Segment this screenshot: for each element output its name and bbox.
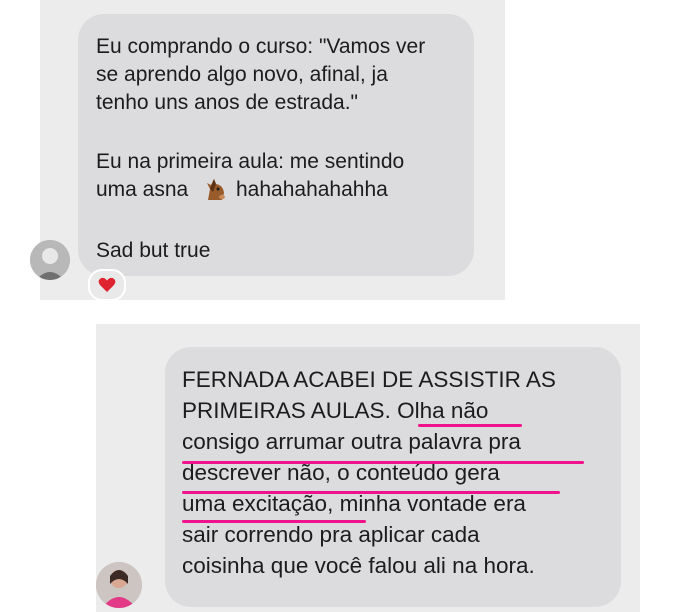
message-line: uma asna xyxy=(96,178,189,201)
message-line: coisinha que você falou ali na hora. xyxy=(182,553,535,578)
message-line: consigo arrumar outra palavra pra xyxy=(182,429,521,454)
message-line: Eu na primeira aula: me sentindo xyxy=(96,150,405,173)
profile-photo-icon xyxy=(30,240,70,280)
highlight-underline xyxy=(182,491,560,494)
highlight-underline xyxy=(418,424,522,427)
heart-icon xyxy=(98,277,116,292)
message-line: sair correndo pra aplicar cada xyxy=(182,522,480,547)
horse-face-icon xyxy=(207,179,225,200)
message-line: PRIMEIRAS AULAS. Olha não xyxy=(182,398,489,423)
avatar[interactable] xyxy=(30,240,70,280)
highlight-underline xyxy=(182,520,366,523)
message-line: uma excitação, minha vontade era xyxy=(182,491,526,516)
message-line: Eu comprando o curso: "Vamos ver xyxy=(96,35,426,58)
message-line: se aprendo algo novo, afinal, ja xyxy=(96,63,388,86)
avatar[interactable] xyxy=(96,562,142,608)
message-line: Sad but true xyxy=(96,239,211,262)
message-line: hahahahahahha xyxy=(236,178,388,201)
message-line: FERNADA ACABEI DE ASSISTIR AS xyxy=(182,367,556,392)
reaction-badge[interactable] xyxy=(88,269,126,301)
profile-photo-icon xyxy=(96,562,142,608)
highlight-underline xyxy=(182,461,584,464)
message-line: tenho uns anos de estrada." xyxy=(96,91,358,114)
